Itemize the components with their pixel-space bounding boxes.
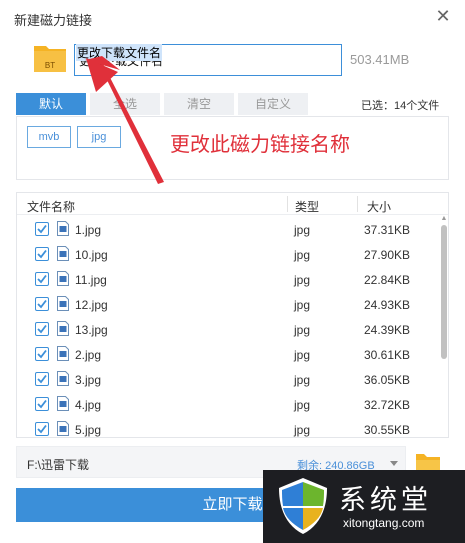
selected-count: 已选：14个文件 <box>361 100 440 112</box>
file-name: 1.jpg <box>75 223 102 237</box>
watermark-url: xitongtang.com <box>343 516 425 530</box>
filter-chip-jpg[interactable]: jpg <box>77 126 121 148</box>
watermark-brand: 系统堂 <box>339 485 432 516</box>
torrent-name-selection: 更改下载文件名 <box>76 44 163 61</box>
image-file-icon <box>57 396 69 411</box>
tab-select-all[interactable]: 全选 <box>90 93 160 115</box>
file-checkbox[interactable] <box>35 272 49 286</box>
file-list: 文件名称 类型 大小 1.jpg jpg 37.31KB 10.jpg jpg … <box>16 192 449 438</box>
column-divider <box>287 196 288 212</box>
file-checkbox[interactable] <box>35 297 49 311</box>
file-row[interactable]: 3.jpg jpg 36.05KB <box>17 367 437 392</box>
file-row[interactable]: 12.jpg jpg 24.93KB <box>17 292 437 317</box>
file-list-header: 文件名称 类型 大小 <box>17 193 448 215</box>
file-name: 4.jpg <box>75 398 102 412</box>
file-row[interactable]: 1.jpg jpg 37.31KB <box>17 217 437 242</box>
file-size: 36.05KB <box>364 373 411 387</box>
filter-chip-mvb[interactable]: mvb <box>27 126 71 148</box>
column-type[interactable]: 类型 <box>295 198 319 215</box>
title-bar: 新建磁力链接 ✕ <box>0 0 465 36</box>
file-checkbox[interactable] <box>35 222 49 236</box>
file-type: jpg <box>294 398 311 412</box>
file-type: jpg <box>294 373 311 387</box>
file-checkbox[interactable] <box>35 422 49 436</box>
total-size: 503.41MB <box>350 52 410 67</box>
file-size: 32.72KB <box>364 398 411 412</box>
image-file-icon <box>57 371 69 386</box>
window-title: 新建磁力链接 <box>14 13 93 28</box>
file-name: 10.jpg <box>75 248 108 262</box>
shield-logo-icon <box>279 478 327 534</box>
file-type: jpg <box>294 248 311 262</box>
file-row[interactable]: 4.jpg jpg 32.72KB <box>17 392 437 417</box>
file-checkbox[interactable] <box>35 322 49 336</box>
chevron-down-icon[interactable] <box>389 458 399 468</box>
file-type: jpg <box>294 348 311 362</box>
file-size: 37.31KB <box>364 223 411 237</box>
file-list-scrollbar[interactable]: ▲ <box>440 215 448 437</box>
file-row[interactable]: 2.jpg jpg 30.61KB <box>17 342 437 367</box>
column-divider <box>357 196 358 212</box>
file-row[interactable]: 13.jpg jpg 24.39KB <box>17 317 437 342</box>
file-row[interactable]: 11.jpg jpg 22.84KB <box>17 267 437 292</box>
file-checkbox[interactable] <box>35 247 49 261</box>
scroll-up-icon[interactable]: ▲ <box>440 215 448 223</box>
image-file-icon <box>57 271 69 286</box>
file-row[interactable]: 10.jpg jpg 27.90KB <box>17 242 437 267</box>
file-size: 24.39KB <box>364 323 411 337</box>
file-size: 24.93KB <box>364 298 411 312</box>
image-file-icon <box>57 246 69 261</box>
close-icon[interactable]: ✕ <box>433 6 453 26</box>
file-type: jpg <box>294 423 311 437</box>
image-file-icon <box>57 221 69 236</box>
file-name: 5.jpg <box>75 423 102 437</box>
bt-label: BT <box>45 61 55 70</box>
tab-custom[interactable]: 自定义 <box>238 93 308 115</box>
tab-default[interactable]: 默认 <box>16 93 86 115</box>
file-row[interactable]: 5.jpg jpg 30.55KB <box>17 417 437 437</box>
file-name: 13.jpg <box>75 323 108 337</box>
file-checkbox[interactable] <box>35 372 49 386</box>
file-name: 11.jpg <box>75 273 107 287</box>
file-size: 22.84KB <box>364 273 411 287</box>
selection-tabs: 默认 全选 清空 自定义 <box>16 93 312 115</box>
file-size: 30.55KB <box>364 423 411 437</box>
file-checkbox[interactable] <box>35 397 49 411</box>
watermark: 系统堂 xitongtang.com <box>263 470 465 543</box>
file-type: jpg <box>294 298 311 312</box>
file-size: 27.90KB <box>364 248 411 262</box>
file-type: jpg <box>294 223 311 237</box>
tab-clear[interactable]: 清空 <box>164 93 234 115</box>
file-name: 12.jpg <box>75 298 108 312</box>
annotation-text: 更改此磁力链接名称 <box>170 134 350 156</box>
image-file-icon <box>57 296 69 311</box>
file-type: jpg <box>294 323 311 337</box>
column-name[interactable]: 文件名称 <box>27 198 75 215</box>
save-path: F:\迅雷下载 <box>27 458 89 472</box>
file-type: jpg <box>294 273 311 287</box>
image-file-icon <box>57 346 69 361</box>
bt-file-icon: BT <box>34 46 66 72</box>
file-size: 30.61KB <box>364 348 411 362</box>
scroll-thumb[interactable] <box>441 225 447 359</box>
image-file-icon <box>57 421 69 436</box>
column-size[interactable]: 大小 <box>367 198 391 215</box>
file-name: 2.jpg <box>75 348 102 362</box>
image-file-icon <box>57 321 69 336</box>
file-name: 3.jpg <box>75 373 102 387</box>
file-checkbox[interactable] <box>35 347 49 361</box>
